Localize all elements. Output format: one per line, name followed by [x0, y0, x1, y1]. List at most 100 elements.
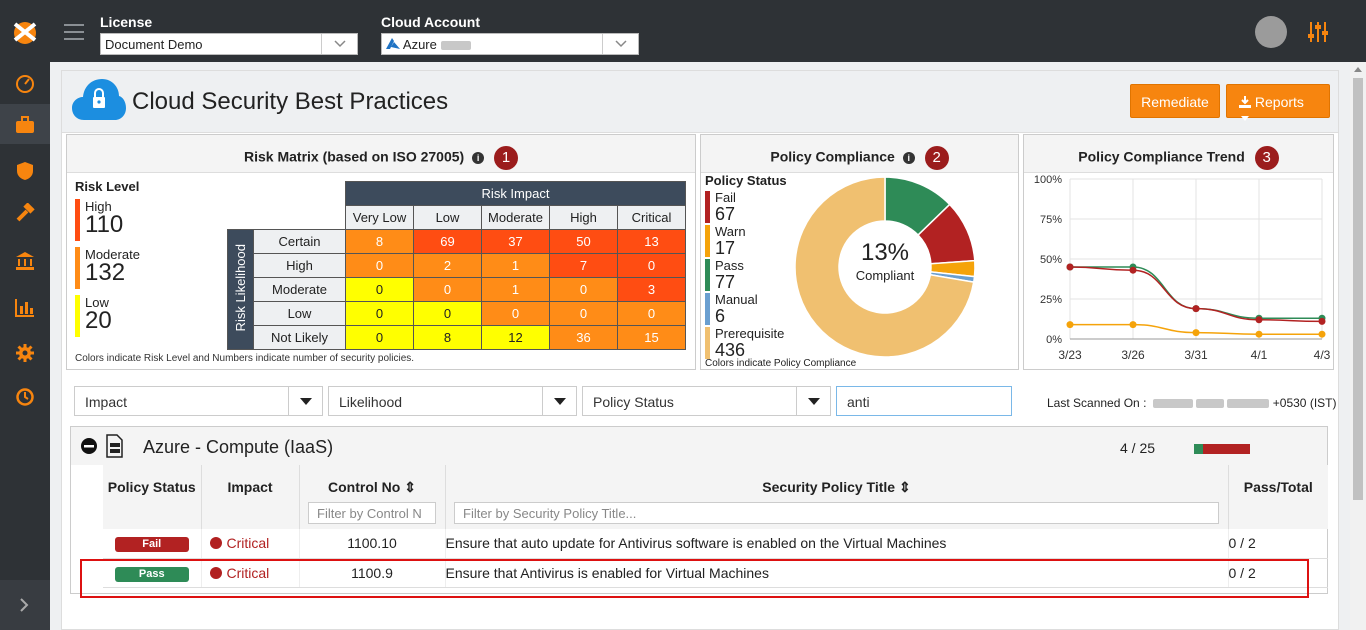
status-manual: Manual 6	[705, 293, 785, 325]
sort-icon[interactable]: ⇕	[899, 479, 911, 495]
col-pass-total[interactable]: Pass/Total	[1228, 465, 1328, 529]
y-tick-label: 75%	[1040, 214, 1062, 226]
compliance-donut-chart[interactable]	[793, 175, 977, 359]
scroll-up-icon[interactable]	[1354, 66, 1362, 72]
x-tick-label: 3/31	[1184, 348, 1208, 362]
pass-total: 0 / 2	[1228, 529, 1328, 559]
remediate-button[interactable]: Remediate	[1130, 84, 1220, 118]
matrix-cell[interactable]: 0	[617, 301, 686, 326]
menu-toggle-icon[interactable]	[64, 24, 84, 40]
caret-down-icon[interactable]	[542, 387, 576, 415]
matrix-cell[interactable]: 0	[345, 325, 414, 350]
matrix-cell[interactable]: 36	[549, 325, 618, 350]
chevron-down-icon[interactable]	[602, 34, 638, 54]
cloud-lock-icon	[72, 79, 126, 120]
x-tick-label: 3/26	[1121, 348, 1145, 362]
matrix-cell[interactable]: 0	[413, 301, 482, 326]
matrix-cell[interactable]: 50	[549, 229, 618, 254]
risk-level-moderate: Moderate 132	[75, 247, 155, 289]
matrix-cell[interactable]: 12	[481, 325, 550, 350]
matrix-cell[interactable]: 8	[413, 325, 482, 350]
title-filter-input[interactable]: Filter by Security Policy Title...	[454, 502, 1219, 524]
data-point[interactable]	[1255, 316, 1263, 324]
matrix-cell[interactable]: 7	[549, 253, 618, 278]
matrix-cell[interactable]: 1	[481, 277, 550, 302]
matrix-cell[interactable]: 0	[345, 253, 414, 278]
matrix-cell[interactable]: 1	[481, 253, 550, 278]
col-control-no[interactable]: Control No ⇕ Filter by Control N	[299, 465, 446, 529]
sidebar-item-shield[interactable]	[0, 150, 50, 190]
info-icon[interactable]: i	[472, 152, 485, 164]
sidebar-item-reports[interactable]	[0, 286, 50, 326]
risk-level-low: Low 20	[75, 295, 155, 337]
download-icon	[1239, 96, 1251, 108]
status-badge: Fail	[114, 537, 189, 553]
table-row[interactable]: Fail Critical 1100.10 Ensure that auto u…	[103, 529, 1328, 559]
likelihood-row-label: Certain	[253, 229, 346, 254]
matrix-cell[interactable]: 0	[549, 277, 618, 302]
matrix-cell[interactable]: 3	[617, 277, 686, 302]
col-impact[interactable]: Impact	[201, 465, 300, 529]
matrix-cell[interactable]: 0	[413, 277, 482, 302]
reports-button[interactable]: Reports	[1226, 84, 1330, 121]
control-filter-input[interactable]: Filter by Control N	[308, 502, 436, 524]
data-point[interactable]	[1318, 317, 1326, 325]
likelihood-filter[interactable]: Likelihood	[328, 386, 577, 416]
info-icon[interactable]: i	[902, 152, 915, 164]
avatar[interactable]	[1255, 16, 1287, 48]
history-icon	[16, 388, 34, 406]
policy-title[interactable]: Ensure that auto update for Antivirus so…	[445, 529, 1229, 559]
data-point[interactable]	[1129, 321, 1137, 329]
chevron-down-icon[interactable]	[321, 34, 357, 54]
status-fail: Fail 67	[705, 191, 785, 223]
search-input[interactable]: anti	[836, 386, 1012, 416]
impact-filter[interactable]: Impact	[74, 386, 323, 416]
data-point[interactable]	[1129, 266, 1137, 274]
matrix-cell[interactable]: 2	[413, 253, 482, 278]
risk-matrix-table: Risk Impact Very Low Low Moderate High C…	[227, 181, 686, 350]
data-point[interactable]	[1192, 329, 1200, 337]
col-policy-status[interactable]: Policy Status	[103, 465, 202, 529]
app-logo-icon[interactable]	[10, 18, 40, 44]
data-point[interactable]	[1318, 330, 1326, 338]
col-policy-title[interactable]: Security Policy Title ⇕ Filter by Securi…	[445, 465, 1229, 529]
scrollbar-thumb[interactable]	[1353, 78, 1363, 500]
data-point[interactable]	[1066, 321, 1074, 329]
sidebar-item-history[interactable]	[0, 376, 50, 416]
matrix-cell[interactable]: 0	[345, 277, 414, 302]
data-point[interactable]	[1192, 305, 1200, 313]
license-select[interactable]: Document Demo	[100, 33, 358, 55]
policy-status-filter[interactable]: Policy Status	[582, 386, 831, 416]
sidebar-expand-button[interactable]	[0, 580, 50, 630]
compliance-trend-panel: Policy Compliance Trend 3 100% 75% 50% 25% 0…	[1023, 134, 1334, 370]
group-progress-fill	[1194, 444, 1203, 454]
status-warn: Warn 17	[705, 225, 785, 257]
page-header: Cloud Security Best Practices Remediate …	[62, 71, 1338, 133]
sort-icon[interactable]: ⇕	[404, 479, 416, 495]
matrix-cell[interactable]: 8	[345, 229, 414, 254]
matrix-cell[interactable]: 69	[413, 229, 482, 254]
sliders-icon[interactable]	[1307, 20, 1329, 44]
caret-down-icon[interactable]	[796, 387, 830, 415]
collapse-icon[interactable]	[81, 438, 97, 454]
sidebar-item-bank[interactable]	[0, 240, 50, 280]
scrollbar[interactable]	[1350, 62, 1366, 630]
matrix-cell[interactable]: 15	[617, 325, 686, 350]
matrix-cell[interactable]: 13	[617, 229, 686, 254]
caret-down-icon	[1241, 116, 1249, 121]
cloud-account-select[interactable]: Azure	[381, 33, 639, 55]
data-point[interactable]	[1255, 330, 1263, 338]
data-point[interactable]	[1066, 263, 1074, 271]
sidebar-item-tools[interactable]	[0, 192, 50, 232]
sidebar-item-briefcase[interactable]	[0, 104, 50, 144]
compliance-percent: 13%	[860, 239, 910, 266]
matrix-cell[interactable]: 0	[549, 301, 618, 326]
sidebar-item-dashboard[interactable]	[0, 62, 50, 102]
trend-line-chart[interactable]: 100% 75% 50% 25% 0% 3/23 3/26 3/31 4/1 4/3	[1024, 173, 1333, 369]
matrix-cell[interactable]: 37	[481, 229, 550, 254]
caret-down-icon[interactable]	[288, 387, 322, 415]
matrix-cell[interactable]: 0	[345, 301, 414, 326]
sidebar-item-settings[interactable]	[0, 332, 50, 372]
matrix-cell[interactable]: 0	[481, 301, 550, 326]
matrix-cell[interactable]: 0	[617, 253, 686, 278]
